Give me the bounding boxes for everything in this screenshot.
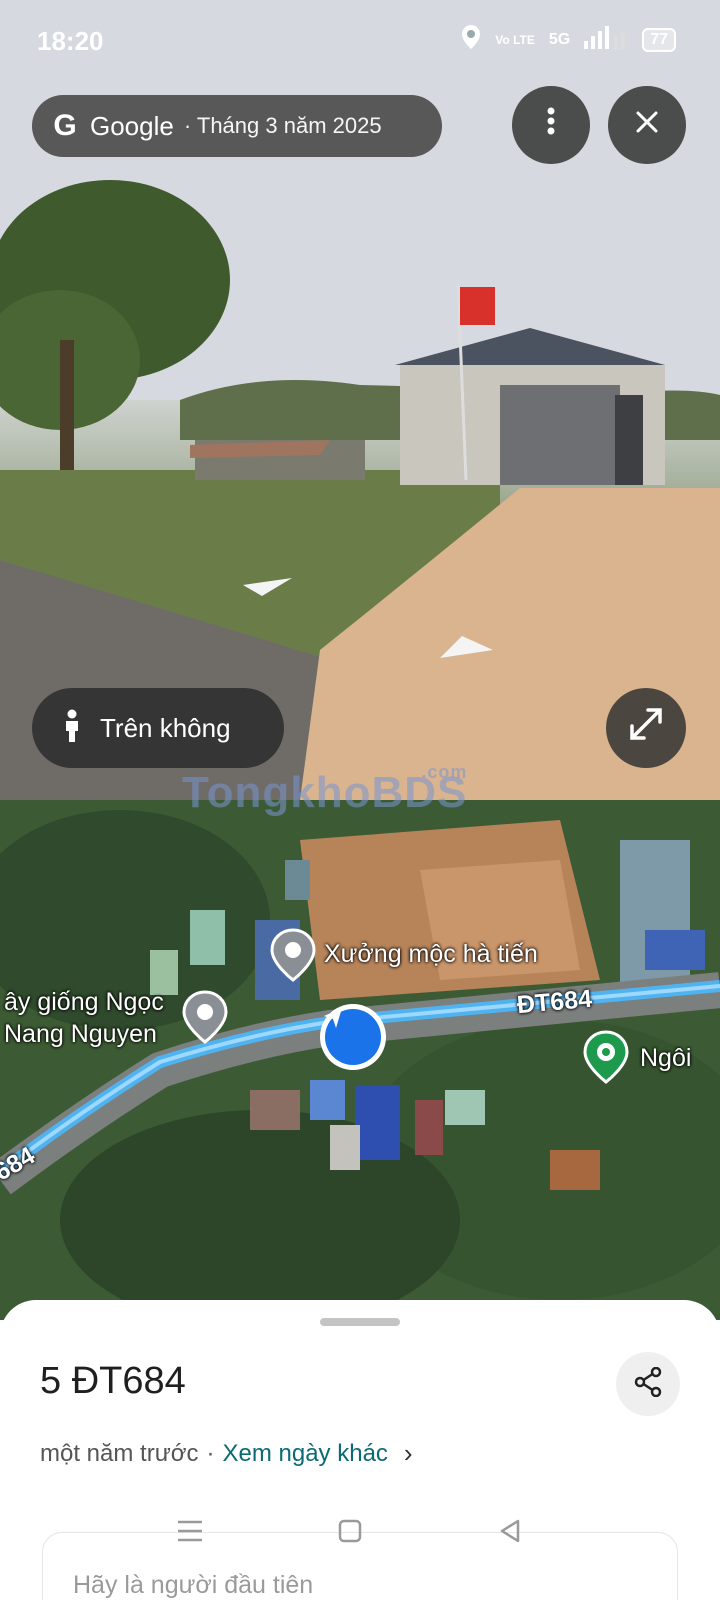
signal-icon xyxy=(584,25,628,54)
see-other-dates-link[interactable]: Xem ngày khác xyxy=(223,1440,388,1468)
place-label-ngoi[interactable]: Ngôi xyxy=(640,1044,691,1073)
sheet-drag-handle[interactable] xyxy=(320,1318,400,1326)
street-view-panorama[interactable]: 18:20 Vo LTE 5G 77 G Google · Tháng 3 nă… xyxy=(0,0,720,800)
more-options-button[interactable] xyxy=(512,86,590,164)
review-prompt: Hãy là người đầu tiên xyxy=(73,1571,314,1599)
place-address: 5 ĐT684 xyxy=(40,1360,186,1402)
status-icons: Vo LTE 5G 77 xyxy=(461,24,676,55)
capture-date: · Tháng 3 năm 2025 xyxy=(183,113,382,138)
close-button[interactable] xyxy=(608,86,686,164)
status-bar: 18:20 Vo LTE 5G 77 xyxy=(0,0,720,84)
navigation-arrow-icon xyxy=(324,1008,381,1065)
map-view[interactable]: ĐT684 684 Xưởng mộc hà tiến ây giống Ngọ… xyxy=(0,800,720,1320)
back-icon[interactable] xyxy=(498,1518,522,1550)
expand-view-button[interactable] xyxy=(606,688,686,768)
share-button[interactable] xyxy=(616,1352,680,1416)
aerial-view-button[interactable]: Trên không xyxy=(32,688,284,768)
share-icon xyxy=(634,1366,662,1402)
place-pin-ngoi[interactable] xyxy=(583,1030,629,1084)
current-position-marker xyxy=(320,1004,386,1070)
separator-dot: · xyxy=(206,1439,215,1467)
volte-indicator: Vo LTE xyxy=(495,32,535,47)
imagery-date-chip[interactable]: G Google · Tháng 3 năm 2025 xyxy=(32,95,442,157)
place-label-cay-giong-line2[interactable]: Nang Nguyen xyxy=(4,1020,157,1049)
watermark: TongkhoBDS .com xyxy=(182,762,467,818)
location-icon xyxy=(461,24,481,55)
recent-apps-icon[interactable] xyxy=(176,1518,204,1550)
aerial-view-label: Trên không xyxy=(100,712,231,743)
chevron-right-icon[interactable]: › xyxy=(404,1438,413,1469)
google-g-icon: G xyxy=(53,109,77,142)
system-nav-bar xyxy=(0,1508,720,1568)
imagery-info-row: một năm trước · Xem ngày khác › xyxy=(40,1438,413,1469)
place-label-cay-giong-line1[interactable]: ây giống Ngọc xyxy=(4,988,164,1017)
network-indicator: 5G xyxy=(548,30,571,48)
more-vert-icon xyxy=(547,107,555,143)
google-brand-label: Google xyxy=(90,110,174,141)
watermark-suffix: .com xyxy=(421,762,468,782)
home-icon[interactable] xyxy=(338,1518,362,1550)
place-bottom-sheet[interactable]: 5 ĐT684 một năm trước · Xem ngày khác › … xyxy=(0,1300,720,1600)
status-time: 18:20 xyxy=(37,26,104,56)
expand-icon xyxy=(628,706,664,750)
time-ago-label: một năm trước xyxy=(40,1439,199,1467)
battery-indicator: 77 xyxy=(642,27,676,52)
place-pin-xuong-moc[interactable] xyxy=(270,928,316,982)
place-pin-cay-giong[interactable] xyxy=(182,990,228,1044)
close-icon xyxy=(635,108,659,142)
person-icon xyxy=(62,709,82,748)
place-label-xuong-moc[interactable]: Xưởng mộc hà tiến xyxy=(324,940,538,969)
